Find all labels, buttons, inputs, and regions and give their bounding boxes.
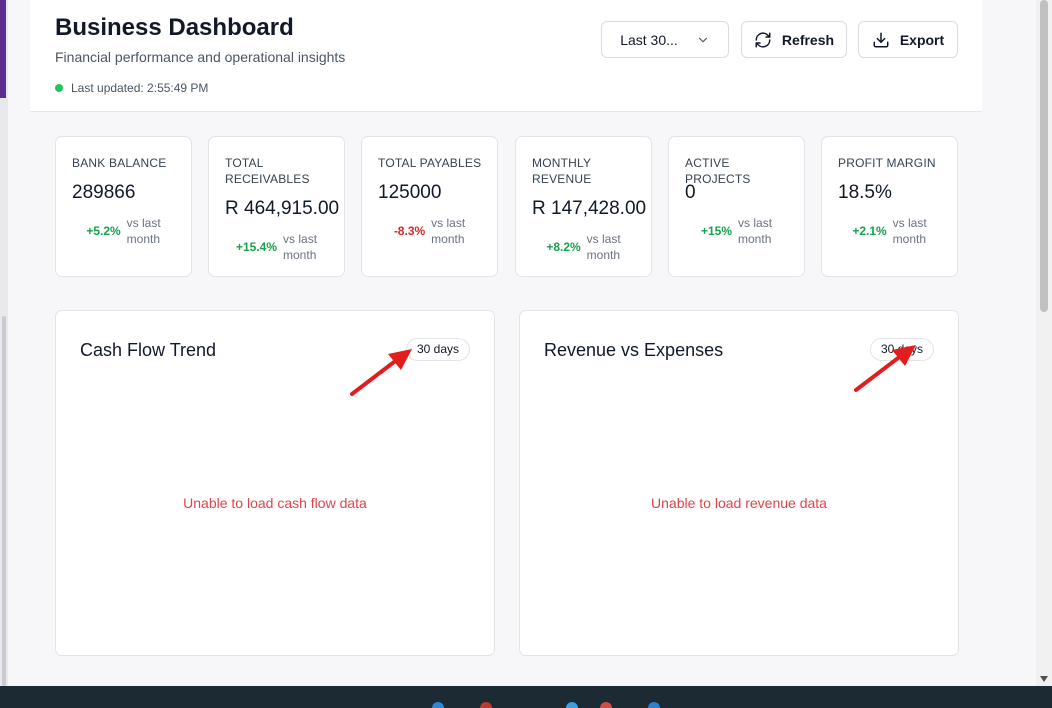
stat-change-caption: vs last month: [126, 216, 161, 246]
taskbar-app-icon[interactable]: [600, 702, 612, 708]
stat-change-caption: vs last month: [431, 216, 466, 246]
stat-change-caption: vs last month: [892, 216, 927, 246]
stat-card-active-projects: ACTIVE PROJECTS 0 +15% vs last month: [668, 136, 805, 277]
stat-value: 0: [685, 182, 696, 203]
stat-change: +5.2% vs last month: [72, 215, 183, 247]
last-updated-status: Last updated: 2:55:49 PM: [55, 81, 208, 95]
stat-value: R 147,428.00: [532, 198, 647, 219]
stat-change: +15% vs last month: [685, 215, 796, 247]
stat-value: 18.5%: [838, 182, 892, 203]
chevron-down-icon: [698, 37, 707, 42]
stat-label: ACTIVE PROJECTS: [685, 156, 751, 186]
export-label: Export: [899, 31, 945, 48]
card-title: Revenue vs Expenses: [544, 340, 724, 360]
refresh-icon: [755, 31, 771, 48]
taskbar-app-icon[interactable]: [648, 702, 660, 708]
left-window-scrollbar[interactable]: [2, 316, 6, 686]
stat-change-caption: vs last month: [738, 216, 773, 246]
revenue-error-message: Unable to load revenue data: [651, 495, 827, 511]
annotation-arrow-icon: [854, 345, 916, 392]
refresh-label: Refresh: [781, 31, 835, 48]
date-range-value: Last 30...: [620, 31, 678, 48]
taskbar-app-icon[interactable]: [432, 702, 444, 708]
left-window-accent: [0, 0, 6, 98]
stat-change-percent: +15.4%: [235, 240, 278, 254]
scroll-down-arrow-icon[interactable]: [1040, 676, 1048, 682]
revenue-expenses-card: Revenue vs Expenses 30 days Unable to lo…: [519, 310, 959, 656]
dashboard-header: Business Dashboard Financial performance…: [30, 0, 982, 112]
stat-card-total-payables: TOTAL PAYABLES 125000 -8.3% vs last mont…: [361, 136, 498, 277]
stat-label: BANK BALANCE: [72, 156, 167, 170]
taskbar-app-icon[interactable]: [480, 702, 492, 708]
left-window-edge: [0, 0, 8, 686]
stat-change-caption: vs last month: [283, 232, 318, 262]
card-title: Cash Flow Trend: [80, 340, 217, 360]
stat-card-monthly-revenue: MONTHLY REVENUE R 147,428.00 +8.2% vs la…: [515, 136, 652, 277]
refresh-button[interactable]: Refresh: [741, 21, 847, 58]
stat-change-caption: vs last month: [586, 232, 621, 262]
download-icon: [873, 32, 889, 47]
date-range-select[interactable]: Last 30...: [601, 21, 729, 58]
cash-flow-card: Cash Flow Trend 30 days Unable to load c…: [55, 310, 495, 656]
page-title: Business Dashboard: [55, 14, 294, 41]
stat-change-percent: +5.2%: [86, 224, 121, 238]
os-taskbar: [0, 686, 1052, 708]
page-scrollbar[interactable]: [1036, 0, 1052, 686]
taskbar-app-icon[interactable]: [566, 702, 578, 708]
stat-value: 289866: [72, 182, 136, 203]
stat-change-percent: -8.3%: [393, 224, 426, 238]
dashboard-page: Business Dashboard Financial performance…: [8, 0, 1036, 686]
stat-card-bank-balance: BANK BALANCE 289866 +5.2% vs last month: [55, 136, 192, 277]
last-updated-text: Last updated: 2:55:49 PM: [71, 81, 209, 95]
stat-label: TOTAL RECEIVABLES: [225, 156, 310, 186]
stat-change: -8.3% vs last month: [378, 215, 489, 247]
stat-card-total-receivables: TOTAL RECEIVABLES R 464,915.00 +15.4% vs…: [208, 136, 345, 277]
stat-change-percent: +2.1%: [852, 224, 887, 238]
stat-label: TOTAL PAYABLES: [378, 156, 482, 170]
stat-card-profit-margin: PROFIT MARGIN 18.5% +2.1% vs last month: [821, 136, 958, 277]
stat-change: +8.2% vs last month: [532, 231, 643, 263]
stat-label: MONTHLY REVENUE: [532, 156, 592, 186]
stat-change-percent: +15%: [700, 224, 733, 238]
page-subtitle: Financial performance and operational in…: [55, 49, 346, 65]
export-button[interactable]: Export: [858, 21, 958, 58]
annotation-arrow-icon: [350, 349, 412, 396]
status-dot-icon: [55, 84, 63, 92]
stat-value: R 464,915.00: [225, 198, 340, 219]
cash-flow-error-message: Unable to load cash flow data: [183, 495, 367, 511]
stat-value: 125000: [378, 182, 442, 203]
stat-change: +2.1% vs last month: [838, 215, 949, 247]
stat-change-percent: +8.2%: [546, 240, 581, 254]
stat-change: +15.4% vs last month: [225, 231, 336, 263]
stat-label: PROFIT MARGIN: [838, 156, 936, 170]
scrollbar-thumb[interactable]: [1040, 0, 1048, 312]
